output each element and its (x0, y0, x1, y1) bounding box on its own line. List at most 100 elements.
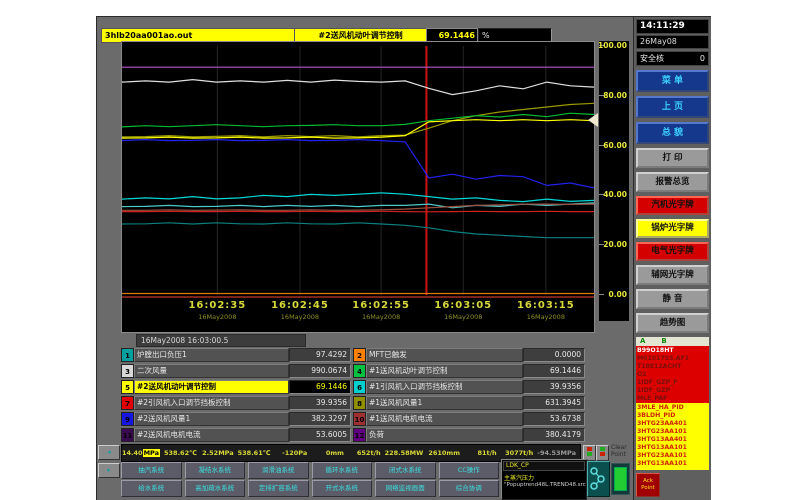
panel-button[interactable]: 锅炉光字牌 (636, 219, 709, 238)
alarm-tag[interactable]: B99O18HT (637, 347, 708, 355)
panel-button[interactable]: 打 印 (636, 148, 709, 168)
target-tag-field[interactable]: LDK_CP (503, 461, 585, 471)
trend-chart[interactable]: 16:02:3516May200816:02:4516May200816:02:… (121, 41, 595, 333)
nav-button[interactable]: 开式水系统 (312, 480, 373, 497)
nav-button-row-2: 给水系统高加疏水系统定排扩容系统开式水系统网络监视画面综合协调 (121, 480, 499, 497)
alarm-tag[interactable]: 3HTG23AA101 (637, 428, 708, 436)
legend-row-10[interactable]: 10#1送风机电机电流53.6738 (353, 412, 585, 426)
legend-color-swatch: 10 (353, 412, 366, 426)
alarm-tag[interactable]: MLE_PAF (637, 395, 708, 403)
ack-point-button[interactable]: Ack Point (636, 473, 660, 497)
alarm-tag[interactable]: O2 (637, 371, 708, 379)
screen: 3hlb20aa001ao.out #2送风机动叶调节控制 69.1446 % … (0, 0, 800, 500)
status-value: 3077t/h (501, 449, 538, 457)
status-value: 2610mm (427, 449, 464, 457)
status-value: 14.40MPa (122, 449, 164, 457)
mini-scroll-left-button[interactable]: ◂ (98, 445, 120, 460)
panel-button[interactable]: 静 音 (636, 289, 709, 309)
alarm-page-tabs[interactable]: AB (636, 337, 709, 346)
status-value: -120Pa (275, 449, 312, 457)
status-unit-highlight: MPa (143, 449, 160, 457)
trend-plot[interactable] (122, 46, 594, 295)
target-description: 主蒸汽压力 (502, 472, 586, 482)
legend-color-swatch: 5 (121, 380, 134, 394)
nav-button[interactable]: 润滑油系统 (248, 462, 309, 479)
legend-value: 53.6005 (289, 428, 351, 442)
legend-row-7[interactable]: 7#2引风机入口调节挡板控制39.9356 (121, 396, 351, 410)
alarm-tag[interactable]: T18E12ACHT (637, 363, 708, 371)
panel-button[interactable]: 汽机光字牌 (636, 196, 709, 215)
legend-color-swatch: 4 (353, 364, 366, 378)
legend-label: #2送风机电机电流 (134, 428, 289, 442)
panel-button[interactable]: 菜 单 (636, 70, 709, 92)
alarm-tag[interactable]: 1IDF_GZP_F (637, 379, 708, 387)
trend-line-9 (122, 140, 594, 188)
legend-label: 炉膛出口负压1 (134, 348, 289, 362)
monitor-button[interactable] (611, 463, 630, 495)
nav-button[interactable]: 高加疏水系统 (185, 480, 246, 497)
legend-row-2[interactable]: 2MFT已触发0.0000 (353, 348, 585, 362)
legend-row-3[interactable]: 3二次风量990.0674 (121, 364, 351, 378)
legend-row-12[interactable]: 12负荷380.4179 (353, 428, 585, 442)
panel-button[interactable]: 总 貌 (636, 122, 709, 144)
nav-button[interactable]: 闭式水系统 (375, 462, 436, 479)
legend-value: 69.1446 (523, 364, 585, 378)
legend-row-6[interactable]: 6#1引风机入口调节挡板控制39.9356 (353, 380, 585, 394)
alarm-tag[interactable]: 3BLDH_PID (637, 412, 708, 420)
panel-button[interactable]: 上 页 (636, 96, 709, 118)
nav-button[interactable]: 定排扩容系统 (248, 480, 309, 497)
legend-row-1[interactable]: 1炉膛出口负压197.4292 (121, 348, 351, 362)
panel-button[interactable]: 报警总览 (636, 172, 709, 192)
legend-row-5[interactable]: 5#2送风机动叶调节控制69.1446 (121, 380, 351, 394)
nav-button[interactable]: 给水系统 (121, 480, 182, 497)
trend-line-1 (122, 193, 594, 202)
alarm-tag[interactable]: 3HTG13AA101 (637, 460, 708, 468)
status-value: -94.53MPa (537, 449, 580, 457)
alarm-tag[interactable]: 3HTG23AA401 (637, 420, 708, 428)
legend-value: 631.3945 (523, 396, 585, 410)
legend-label: 二次风量 (134, 364, 289, 378)
clear-point-label[interactable]: Clear Point (611, 444, 627, 458)
alarm-tag[interactable]: 3HTG13AA401 (637, 436, 708, 444)
legend-label: #2引风机入口调节挡板控制 (134, 396, 289, 410)
panel-button[interactable]: 电气光字牌 (636, 242, 709, 261)
target-source-path: "Popuptrend48L.TREND48.src" (502, 482, 586, 488)
status-value: 538.62℃ (164, 449, 201, 457)
panel-button[interactable]: 趋势图 (636, 313, 709, 333)
status-value: 0mm (311, 449, 348, 457)
y-tick-label: 80.00 (603, 91, 627, 100)
legend-row-9[interactable]: 9#2送风机风量1382.3297 (121, 412, 351, 426)
alarm-tab[interactable]: B (661, 337, 666, 346)
nav-button[interactable]: 综合协调 (439, 480, 500, 497)
legend-value: 39.9356 (523, 380, 585, 394)
security-level[interactable]: 安全核 0 (636, 51, 709, 66)
nav-button[interactable]: 凝结水系统 (185, 462, 246, 479)
nav-button[interactable]: 网络监视画面 (375, 480, 436, 497)
scale-pointer-icon[interactable] (588, 113, 598, 127)
nav-button[interactable]: 抽汽系统 (121, 462, 182, 479)
indicator-button-2[interactable] (596, 445, 609, 461)
mini-scroll-right-button[interactable]: ▸ (98, 463, 120, 478)
alarm-tab[interactable]: A (640, 337, 645, 346)
target-info-box: LDK_CP 主蒸汽压力 "Popuptrend48L.TREND48.src" (501, 459, 587, 500)
legend-value: 0.0000 (523, 348, 585, 362)
legend-row-11[interactable]: 11#2送风机电机电流53.6005 (121, 428, 351, 442)
x-tick: 16:03:0516May2008 (423, 300, 503, 321)
alarm-tag[interactable]: 3HTG23AA101 (637, 452, 708, 460)
nav-button[interactable]: 循环水系统 (312, 462, 373, 479)
legend-value: 380.4179 (523, 428, 585, 442)
nav-button[interactable]: CC操作 (439, 462, 500, 479)
alarm-tag[interactable]: 3HTG13AA101 (637, 444, 708, 452)
legend-row-4[interactable]: 4#1送风机动叶调节控制69.1446 (353, 364, 585, 378)
alarm-tag[interactable]: M01017S5.AF1 (637, 355, 708, 363)
legend-row-8[interactable]: 8#1送风机风量1631.3945 (353, 396, 585, 410)
y-tick-label: 100.00 (598, 41, 627, 50)
x-tick: 16:02:3516May2008 (177, 300, 257, 321)
alarm-tag[interactable]: 3MLE_HA_PID (637, 404, 708, 412)
alarm-tag[interactable]: 1IDF_GZP (637, 387, 708, 395)
y-tick-label: 60.00 (603, 141, 627, 150)
legend-value: 69.1446 (289, 380, 351, 394)
link-tool-button[interactable] (587, 461, 610, 497)
legend-right-column: 2MFT已触发0.0000 4#1送风机动叶调节控制69.1446 6#1引风机入口… (353, 348, 585, 444)
panel-button[interactable]: 辅网光字牌 (636, 265, 709, 285)
